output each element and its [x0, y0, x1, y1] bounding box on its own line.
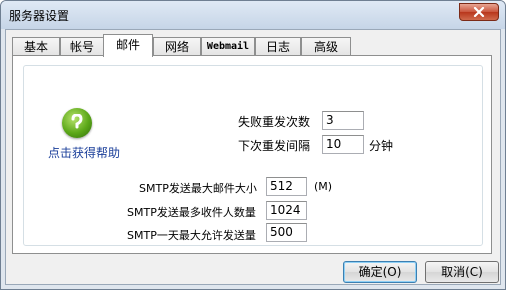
ok-button[interactable]: 确定(O) [343, 261, 417, 283]
fail-retry-count-label: 失败重发次数 [238, 115, 311, 129]
help-glyph-icon [71, 114, 83, 129]
tab-basic[interactable]: 基本 [12, 37, 60, 56]
settings-dialog: 服务器设置 基本 帐号 邮件 网络 Webmail 日志 高级 点击获得帮助 失… [0, 0, 506, 290]
smtp-max-size-input[interactable]: 512 [266, 177, 307, 196]
retry-interval-unit: 分钟 [369, 139, 394, 153]
smtp-max-size-unit: (M) [314, 180, 333, 193]
smtp-max-daily-label: SMTP一天最大允许发送量 [127, 229, 256, 242]
mail-tab-panel: 点击获得帮助 失败重发次数 3 下次重发间隔 10 分钟 SMTP发送最大邮件大… [12, 55, 492, 254]
help-link[interactable]: 点击获得帮助 [48, 144, 120, 161]
close-icon [473, 7, 485, 17]
smtp-max-size-label: SMTP发送最大邮件大小 [139, 182, 257, 195]
tab-webmail[interactable]: Webmail [201, 37, 255, 56]
smtp-max-recipients-input[interactable]: 1024 [266, 201, 307, 220]
window-title: 服务器设置 [9, 9, 70, 23]
dialog-client-area: 基本 帐号 邮件 网络 Webmail 日志 高级 点击获得帮助 失败重发次数 … [5, 29, 501, 285]
title-bar: 服务器设置 [1, 1, 505, 29]
smtp-max-recipients-label: SMTP发送最多收件人数量 [127, 206, 256, 219]
retry-interval-label: 下次重发间隔 [238, 139, 311, 153]
smtp-max-daily-input[interactable]: 500 [266, 223, 307, 242]
help-icon[interactable] [62, 108, 92, 138]
close-button[interactable] [459, 3, 499, 21]
cancel-button[interactable]: 取消(C) [425, 261, 499, 283]
tab-account[interactable]: 帐号 [60, 37, 104, 56]
fail-retry-count-input[interactable]: 3 [322, 111, 364, 130]
tab-mail[interactable]: 邮件 [103, 34, 153, 57]
tab-advanced[interactable]: 高级 [301, 37, 351, 56]
tab-network[interactable]: 网络 [153, 37, 201, 56]
tab-log[interactable]: 日志 [255, 37, 301, 56]
retry-interval-input[interactable]: 10 [322, 135, 364, 154]
